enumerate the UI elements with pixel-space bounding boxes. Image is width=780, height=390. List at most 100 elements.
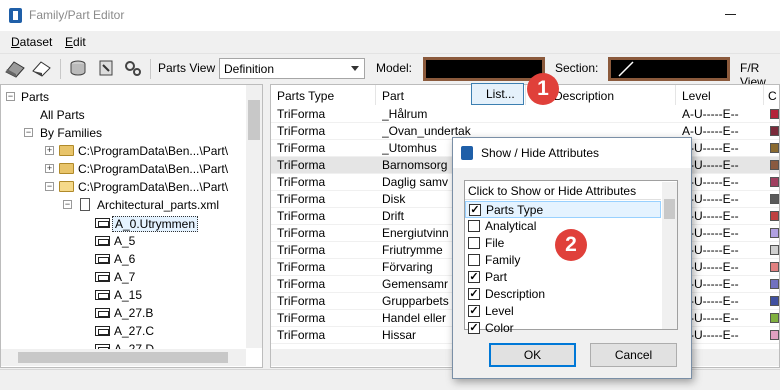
cell-parts-type: TriForma <box>277 311 326 325</box>
attribute-label: File <box>485 236 505 250</box>
section-color-swatch[interactable] <box>608 57 730 81</box>
paint-tool-icon[interactable] <box>96 58 118 78</box>
cell-parts-type: TriForma <box>277 158 326 172</box>
color-swatch <box>770 228 779 238</box>
attribute-checkbox[interactable]: ✓ <box>468 322 480 334</box>
color-swatch <box>770 262 779 272</box>
expand-icon[interactable]: + <box>45 146 54 155</box>
color-swatch <box>770 109 779 119</box>
cell-level: A-U-----E-- <box>682 107 739 121</box>
cell-level: A-U-----E-- <box>682 311 739 325</box>
attribute-label: Description <box>485 287 546 301</box>
tree-node-xml-file[interactable]: − Architectural_parts.xml <box>5 196 245 214</box>
part-icon <box>95 218 110 228</box>
folder-icon <box>59 163 74 174</box>
attribute-label: Analytical <box>485 219 537 233</box>
attribute-checkbox[interactable]: ✓ <box>468 288 480 300</box>
color-swatch <box>770 245 779 255</box>
tree-node-part[interactable]: A_27.C <box>5 322 245 340</box>
cell-parts-type: TriForma <box>277 226 326 240</box>
callout-badge: 1 <box>527 73 559 105</box>
cell-level: A-U-----E-- <box>682 226 739 240</box>
list-button[interactable]: List... <box>471 83 524 105</box>
cell-level: A-U-----E-- <box>682 192 739 206</box>
title-bar: Family/Part Editor <box>0 0 780 31</box>
tree-node-folder[interactable]: + C:\ProgramData\Ben...\Part\ <box>5 160 245 178</box>
cancel-button[interactable]: Cancel <box>590 343 677 367</box>
attribute-item[interactable]: ✓ Level <box>465 303 661 320</box>
parts-tool-icon[interactable] <box>4 58 26 78</box>
tree-node-parts[interactable]: − Parts <box>5 88 245 106</box>
parts-view-value: Definition <box>224 62 275 76</box>
attribute-checkbox[interactable] <box>468 254 480 266</box>
attribute-checkbox[interactable] <box>468 237 480 249</box>
tree-node-part[interactable]: A_27.B <box>5 304 245 322</box>
color-swatch <box>770 177 779 187</box>
tree-node-part[interactable]: A_7 <box>5 268 245 286</box>
ok-button[interactable]: OK <box>489 343 576 367</box>
attribute-item[interactable]: ✓ Part <box>465 269 661 286</box>
color-swatch <box>770 160 779 170</box>
collapse-icon[interactable]: − <box>6 92 15 101</box>
minimize-button[interactable] <box>722 5 740 23</box>
column-header-parts-type[interactable]: Parts Type <box>271 85 376 105</box>
parts-view-select[interactable]: Definition <box>219 58 365 79</box>
column-header-level[interactable]: Level <box>676 85 764 105</box>
app-icon <box>461 146 473 160</box>
cell-parts-type: TriForma <box>277 124 326 138</box>
attribute-item[interactable]: ✓ Color <box>465 320 661 337</box>
cell-level: A-U-----E-- <box>682 243 739 257</box>
folder-icon <box>59 145 74 156</box>
attribute-label: Part <box>485 270 508 284</box>
cell-parts-type: TriForma <box>277 107 326 121</box>
tree-node-part[interactable]: A_6 <box>5 250 245 268</box>
section-label: Section: <box>555 61 599 75</box>
attribute-item[interactable]: ✓ Parts Type <box>465 201 661 218</box>
parts-view-label: Parts View <box>158 61 216 75</box>
attribute-checkbox[interactable] <box>468 220 480 232</box>
tree-node-part[interactable]: A_5 <box>5 232 245 250</box>
color-swatch <box>770 143 779 153</box>
expand-icon[interactable]: + <box>45 164 54 173</box>
cell-parts-type: TriForma <box>277 277 326 291</box>
settings-gears-icon[interactable] <box>122 58 144 78</box>
cell-level: A-U-----E-- <box>682 260 739 274</box>
tree-hscroll-thumb[interactable] <box>18 352 228 363</box>
tree-node-all-parts[interactable]: All Parts <box>5 106 245 124</box>
tree-node-folder[interactable]: + C:\ProgramData\Ben...\Part\ <box>5 142 245 160</box>
attribute-item[interactable]: ✓ Description <box>465 286 661 303</box>
toolbar: Parts View Definition Model: Section: F/… <box>0 53 780 89</box>
model-color-swatch[interactable] <box>423 57 545 81</box>
collapse-icon[interactable]: − <box>24 128 33 137</box>
chevron-down-icon <box>351 66 359 71</box>
attributes-scroll-thumb[interactable] <box>664 199 675 219</box>
part-icon <box>95 308 110 318</box>
callout-badge: 2 <box>555 229 587 261</box>
color-swatch <box>770 211 779 221</box>
tree-node-part[interactable]: A_0.Utrymmen <box>5 214 245 232</box>
eraser-tool-icon[interactable] <box>30 58 52 78</box>
tree-node-part[interactable]: A_15 <box>5 286 245 304</box>
menu-edit[interactable]: Edit <box>65 35 86 49</box>
attribute-checkbox[interactable]: ✓ <box>468 271 480 283</box>
tree-scroll-thumb[interactable] <box>248 100 260 140</box>
tree-node-by-families[interactable]: − By Families <box>5 124 245 142</box>
model-label: Model: <box>376 61 413 75</box>
color-swatch <box>770 194 779 204</box>
column-header-color[interactable]: C <box>764 85 779 105</box>
attribute-checkbox[interactable]: ✓ <box>468 305 480 317</box>
attribute-checkbox[interactable]: ✓ <box>469 204 481 216</box>
part-icon <box>95 272 110 282</box>
table-row[interactable]: TriForma _Hålrum A-U-----E-- <box>271 106 779 123</box>
collapse-icon[interactable]: − <box>63 200 72 209</box>
cell-level: A-U-----E-- <box>682 277 739 291</box>
collapse-icon[interactable]: − <box>45 182 54 191</box>
cell-parts-type: TriForma <box>277 260 326 274</box>
cell-level: A-U-----E-- <box>682 294 739 308</box>
cell-parts-type: TriForma <box>277 294 326 308</box>
cylinder-tool-icon[interactable] <box>68 58 90 78</box>
part-icon <box>95 326 110 336</box>
tree-node-folder[interactable]: − C:\ProgramData\Ben...\Part\ <box>5 178 245 196</box>
cell-level: A-U-----E-- <box>682 124 739 138</box>
menu-dataset[interactable]: Dataset <box>11 35 52 49</box>
